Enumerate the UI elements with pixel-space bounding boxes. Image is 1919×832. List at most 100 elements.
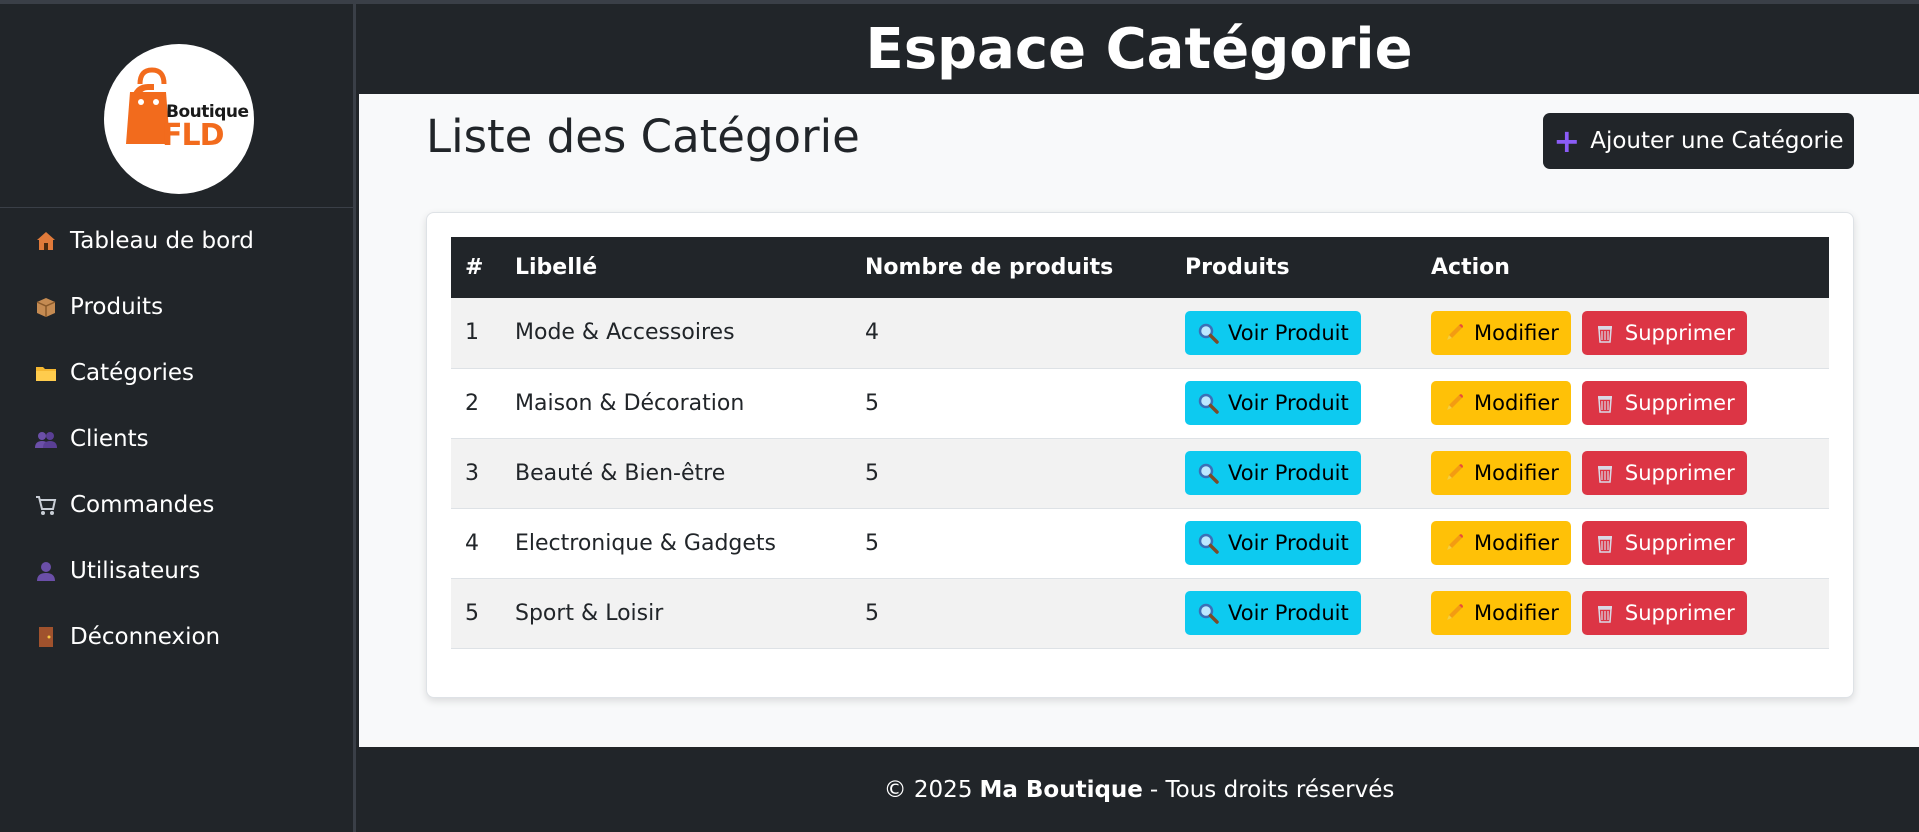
users-icon bbox=[34, 427, 58, 451]
cell-products: Voir Produit bbox=[1171, 298, 1417, 368]
house-icon bbox=[34, 229, 58, 253]
table-row: 1 Mode & Accessoires 4 Voir Produit Modi… bbox=[451, 298, 1829, 368]
package-icon bbox=[34, 295, 58, 319]
edit-label: Modifier bbox=[1474, 601, 1559, 625]
sidebar-item-commandes[interactable]: Commandes bbox=[0, 472, 353, 538]
view-products-button[interactable]: Voir Produit bbox=[1185, 591, 1361, 635]
view-products-label: Voir Produit bbox=[1228, 391, 1349, 415]
sidebar-item-deconnexion[interactable]: Déconnexion bbox=[0, 604, 353, 670]
view-products-label: Voir Produit bbox=[1228, 531, 1349, 555]
delete-button[interactable]: Supprimer bbox=[1581, 310, 1747, 355]
edit-label: Modifier bbox=[1474, 531, 1559, 555]
magnifier-icon bbox=[1197, 462, 1219, 484]
sidebar-item-label: Catégories bbox=[70, 360, 194, 386]
cell-label: Mode & Accessoires bbox=[515, 320, 735, 346]
cell-id: 5 bbox=[465, 600, 479, 626]
cell-id: 3 bbox=[465, 460, 479, 486]
brand-logo[interactable]: Boutique FLD bbox=[104, 44, 254, 194]
category-table-card: # Libellé Nombre de produits Produits Ac… bbox=[426, 212, 1854, 698]
pencil-icon bbox=[1443, 392, 1465, 414]
sidebar-item-clients[interactable]: Clients bbox=[0, 406, 353, 472]
cell-count: 4 bbox=[865, 320, 879, 346]
cell-label: Electronique & Gadgets bbox=[515, 530, 777, 556]
folder-icon bbox=[34, 361, 58, 385]
cell-count: 5 bbox=[865, 530, 879, 556]
sidebar: Boutique FLD Tableau de bord Produits Ca… bbox=[0, 4, 356, 832]
cell-action: Modifier Supprimer bbox=[1417, 578, 1829, 648]
magnifier-icon bbox=[1197, 322, 1219, 344]
sidebar-item-label: Déconnexion bbox=[70, 624, 221, 650]
cell-count: 5 bbox=[865, 390, 879, 416]
pencil-icon bbox=[1443, 602, 1465, 624]
view-products-button[interactable]: Voir Produit bbox=[1185, 381, 1361, 425]
cell-id: 1 bbox=[465, 320, 479, 346]
delete-label: Supprimer bbox=[1624, 461, 1735, 485]
edit-button[interactable]: Modifier bbox=[1431, 310, 1571, 355]
trash-icon bbox=[1594, 322, 1616, 344]
sidebar-item-tableau-de-bord[interactable]: Tableau de bord bbox=[0, 208, 353, 274]
footer-brand: Ma Boutique bbox=[979, 776, 1143, 803]
edit-label: Modifier bbox=[1474, 461, 1559, 485]
column-header-label: Libellé bbox=[515, 255, 598, 280]
view-products-label: Voir Produit bbox=[1228, 320, 1349, 345]
delete-button[interactable]: Supprimer bbox=[1581, 381, 1747, 425]
header-title: Espace Catégorie bbox=[865, 16, 1413, 82]
edit-label: Modifier bbox=[1474, 320, 1559, 345]
delete-button[interactable]: Supprimer bbox=[1581, 451, 1747, 495]
cell-products: Voir Produit bbox=[1171, 368, 1417, 438]
delete-button[interactable]: Supprimer bbox=[1581, 591, 1747, 635]
view-products-button[interactable]: Voir Produit bbox=[1185, 451, 1361, 495]
table-body: 1 Mode & Accessoires 4 Voir Produit Modi… bbox=[451, 298, 1829, 648]
door-icon bbox=[34, 625, 58, 649]
sidebar-item-categories[interactable]: Catégories bbox=[0, 340, 353, 406]
sidebar-item-utilisateurs[interactable]: Utilisateurs bbox=[0, 538, 353, 604]
sidebar-item-label: Commandes bbox=[70, 492, 215, 518]
table-header: # Libellé Nombre de produits Produits Ac… bbox=[451, 237, 1829, 298]
pencil-icon bbox=[1443, 532, 1465, 554]
cell-action: Modifier Supprimer bbox=[1417, 368, 1829, 438]
cell-action: Modifier Supprimer bbox=[1417, 508, 1829, 578]
view-products-button[interactable]: Voir Produit bbox=[1185, 521, 1361, 565]
view-products-button[interactable]: Voir Produit bbox=[1185, 310, 1361, 355]
delete-label: Supprimer bbox=[1624, 391, 1735, 415]
add-category-button[interactable]: + Ajouter une Catégorie bbox=[1543, 113, 1854, 169]
footer-copyright: © 2025 bbox=[883, 776, 973, 803]
magnifier-icon bbox=[1197, 392, 1219, 414]
column-header-action: Action bbox=[1431, 255, 1510, 280]
trash-icon bbox=[1594, 462, 1616, 484]
table-row: 5 Sport & Loisir 5 Voir Produit Modifier bbox=[451, 578, 1829, 648]
edit-button[interactable]: Modifier bbox=[1431, 451, 1571, 495]
sidebar-item-produits[interactable]: Produits bbox=[0, 274, 353, 340]
cell-label: Sport & Loisir bbox=[515, 600, 664, 626]
delete-label: Supprimer bbox=[1624, 601, 1735, 625]
magnifier-icon bbox=[1197, 532, 1219, 554]
sidebar-item-label: Utilisateurs bbox=[70, 558, 201, 584]
page-title: Liste des Catégorie bbox=[426, 110, 860, 163]
logo-text-fld: FLD bbox=[162, 118, 225, 153]
logo-area: Boutique FLD bbox=[0, 4, 353, 208]
edit-button[interactable]: Modifier bbox=[1431, 591, 1571, 635]
cell-label: Maison & Décoration bbox=[515, 390, 745, 416]
cell-label: Beauté & Bien-être bbox=[515, 460, 726, 486]
add-category-label: Ajouter une Catégorie bbox=[1590, 128, 1844, 154]
column-header-id: # bbox=[465, 255, 484, 280]
delete-button[interactable]: Supprimer bbox=[1581, 521, 1747, 565]
table-row: 4 Electronique & Gadgets 5 Voir Produit … bbox=[451, 508, 1829, 578]
pencil-icon bbox=[1443, 322, 1465, 344]
cell-count: 5 bbox=[865, 600, 879, 626]
column-header-count: Nombre de produits bbox=[865, 255, 1114, 280]
view-products-label: Voir Produit bbox=[1228, 601, 1349, 625]
table-row: 2 Maison & Décoration 5 Voir Produit Mod… bbox=[451, 368, 1829, 438]
user-icon bbox=[34, 559, 58, 583]
cell-id: 4 bbox=[465, 530, 479, 556]
cart-icon bbox=[34, 493, 58, 517]
page-footer: © 2025 Ma Boutique - Tous droits réservé… bbox=[359, 747, 1919, 832]
sidebar-item-label: Clients bbox=[70, 426, 149, 452]
cell-products: Voir Produit bbox=[1171, 508, 1417, 578]
magnifier-icon bbox=[1197, 602, 1219, 624]
edit-button[interactable]: Modifier bbox=[1431, 381, 1571, 425]
edit-button[interactable]: Modifier bbox=[1431, 521, 1571, 565]
table-row: 3 Beauté & Bien-être 5 Voir Produit Modi… bbox=[451, 438, 1829, 508]
main-content: Espace Catégorie Liste des Catégorie + A… bbox=[359, 4, 1919, 832]
category-table: # Libellé Nombre de produits Produits Ac… bbox=[451, 237, 1829, 649]
